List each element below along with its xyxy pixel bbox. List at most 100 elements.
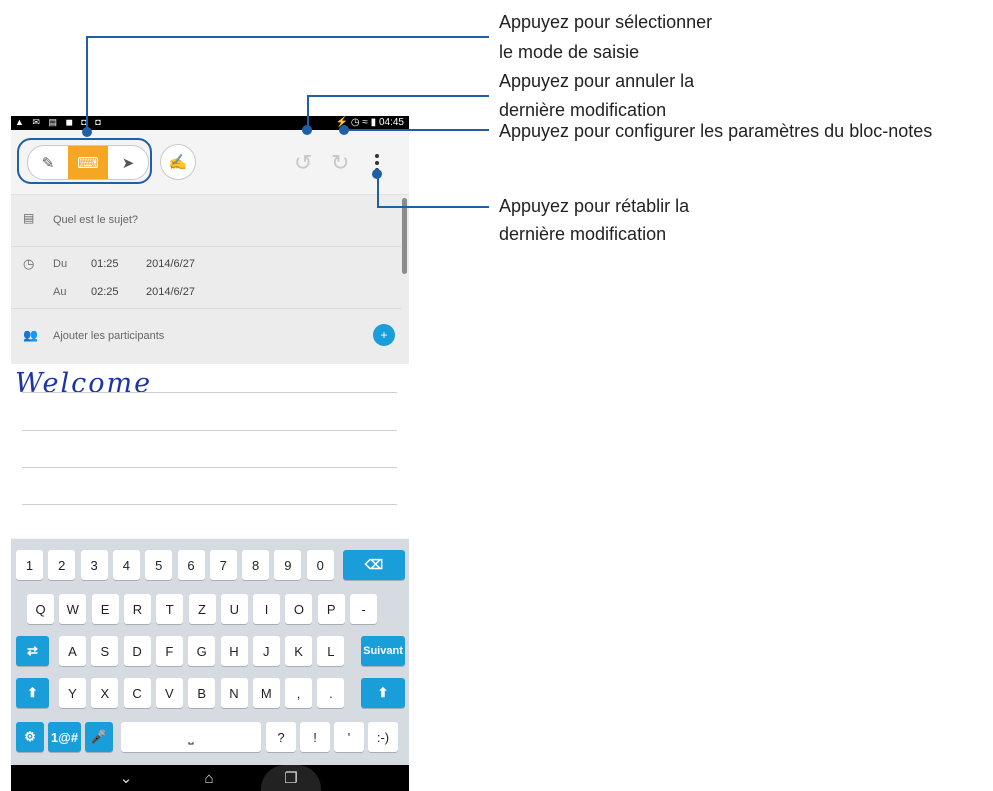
- home-button[interactable]: ⌂: [189, 765, 229, 791]
- kebab-dot: [375, 161, 379, 165]
- key-row4-0[interactable]: Y: [59, 678, 86, 708]
- key-extra-2[interactable]: ': [334, 722, 364, 752]
- signature-icon: ✍: [168, 154, 188, 171]
- notification-icons: ▲ ✉ ▤ ◼ ◘ ◘: [15, 117, 104, 127]
- key-4[interactable]: 4: [112, 550, 140, 580]
- from-time[interactable]: 01:25: [91, 258, 119, 270]
- key-U[interactable]: U: [220, 594, 248, 624]
- key-E[interactable]: E: [91, 594, 119, 624]
- key-extra-3[interactable]: :-): [368, 722, 398, 752]
- key-row4-7[interactable]: ,: [285, 678, 313, 708]
- key-6[interactable]: 6: [177, 550, 205, 580]
- key-T[interactable]: T: [156, 594, 184, 624]
- key-8[interactable]: 8: [242, 550, 270, 580]
- tab-switch-key[interactable]: ⇄: [16, 636, 49, 666]
- keyboard-icon: ⌨: [77, 154, 99, 172]
- callout-line-mode: [86, 36, 489, 38]
- key-row4-3[interactable]: V: [155, 678, 183, 708]
- key-row4-5[interactable]: N: [220, 678, 248, 708]
- scrollbar[interactable]: [402, 198, 407, 274]
- key-F[interactable]: F: [155, 636, 183, 666]
- ruled-line: [22, 430, 397, 431]
- microphone-key[interactable]: 🎤: [85, 722, 113, 752]
- back-button[interactable]: ⌄: [106, 765, 146, 791]
- key-Q[interactable]: Q: [27, 594, 54, 624]
- callout-line-settings: [344, 129, 489, 131]
- to-date[interactable]: 2014/6/27: [146, 286, 195, 298]
- redo-button[interactable]: ↻: [331, 152, 349, 174]
- phone-screen: ▲ ✉ ▤ ◼ ◘ ◘ ⚡ ◷ ≈ ▮ 04:45 ✎ ⌨ ➤ ✍ ↺ ↻ ▤ …: [11, 116, 409, 791]
- annotation-mode-line1: Appuyez pour sélectionner: [499, 12, 713, 32]
- to-time[interactable]: 02:25: [91, 286, 119, 298]
- key-I[interactable]: I: [253, 594, 281, 624]
- key-K[interactable]: K: [285, 636, 313, 666]
- pen-icon: ➤: [121, 154, 135, 172]
- key-row4-2[interactable]: C: [123, 678, 151, 708]
- from-label: Du: [53, 258, 68, 270]
- callout-line-redo: [377, 206, 489, 208]
- back-icon: ⌄: [119, 770, 133, 787]
- navigation-bar: ⌄ ⌂ ❐: [11, 765, 409, 791]
- key-extra-0[interactable]: ?: [266, 722, 296, 752]
- participants-input[interactable]: Ajouter les participants: [53, 330, 164, 342]
- from-date[interactable]: 2014/6/27: [146, 258, 195, 270]
- clock-icon: ◷: [23, 256, 35, 271]
- key-row4-6[interactable]: M: [252, 678, 280, 708]
- undo-button[interactable]: ↺: [294, 152, 312, 174]
- key-R[interactable]: R: [123, 594, 151, 624]
- shift-key-right[interactable]: ⬆: [361, 678, 405, 708]
- annotation-redo-line2: dernière modification: [499, 224, 667, 244]
- backspace-key[interactable]: ⌫: [343, 550, 405, 580]
- key-row4-8[interactable]: .: [317, 678, 345, 708]
- symbols-key[interactable]: 1@#: [48, 722, 81, 752]
- key-5[interactable]: 5: [145, 550, 173, 580]
- signature-button[interactable]: ✍: [160, 144, 196, 180]
- pen-mode-button[interactable]: ➤: [108, 146, 148, 179]
- key-7[interactable]: 7: [209, 550, 237, 580]
- key-Z[interactable]: Z: [188, 594, 216, 624]
- settings-key[interactable]: ⚙: [16, 722, 44, 752]
- key-3[interactable]: 3: [80, 550, 108, 580]
- notes-toolbar: ✎ ⌨ ➤ ✍ ↺ ↻: [11, 130, 409, 195]
- key-O[interactable]: O: [285, 594, 313, 624]
- space-key[interactable]: ⎵: [121, 722, 261, 752]
- keyboard-mode-button[interactable]: ⌨: [68, 146, 108, 179]
- key-1[interactable]: 1: [16, 550, 43, 580]
- key-G[interactable]: G: [188, 636, 216, 666]
- participants-icon: 👥: [23, 328, 38, 342]
- shift-key-left[interactable]: ⬆: [16, 678, 49, 708]
- key-row4-4[interactable]: B: [188, 678, 216, 708]
- annotation-redo-line1: Appuyez pour rétablir la: [499, 196, 690, 216]
- handwritten-text: Welcome: [15, 368, 153, 399]
- kebab-dot: [375, 154, 379, 158]
- next-key[interactable]: Suivant: [361, 636, 405, 666]
- ruled-line: [22, 504, 397, 505]
- key--[interactable]: -: [350, 594, 377, 624]
- add-person-icon: +: [380, 328, 388, 342]
- callout-line-undo-vertical: [307, 95, 309, 129]
- key-A[interactable]: A: [59, 636, 86, 666]
- key-9[interactable]: 9: [274, 550, 302, 580]
- status-bar: ▲ ✉ ▤ ◼ ◘ ◘ ⚡ ◷ ≈ ▮ 04:45: [11, 116, 409, 130]
- key-row4-1[interactable]: X: [91, 678, 119, 708]
- key-S[interactable]: S: [91, 636, 119, 666]
- key-L[interactable]: L: [317, 636, 345, 666]
- key-0[interactable]: 0: [306, 550, 334, 580]
- document-icon: ▤: [23, 211, 35, 225]
- key-P[interactable]: P: [317, 594, 345, 624]
- note-writing-area[interactable]: Welcome: [11, 364, 409, 538]
- ruled-line: [22, 392, 397, 393]
- callout-dot-mode: [82, 127, 92, 137]
- handwriting-mode-button[interactable]: ✎: [28, 146, 68, 179]
- key-2[interactable]: 2: [48, 550, 76, 580]
- key-D[interactable]: D: [123, 636, 151, 666]
- recents-button[interactable]: ❐: [261, 765, 321, 791]
- key-extra-1[interactable]: !: [300, 722, 330, 752]
- key-J[interactable]: J: [252, 636, 280, 666]
- key-W[interactable]: W: [59, 594, 87, 624]
- subject-input[interactable]: Quel est le sujet?: [53, 214, 138, 226]
- key-H[interactable]: H: [220, 636, 248, 666]
- recents-icon: ❐: [284, 770, 298, 787]
- callout-line-mode-vertical: [86, 36, 88, 131]
- add-participant-button[interactable]: +: [373, 324, 395, 346]
